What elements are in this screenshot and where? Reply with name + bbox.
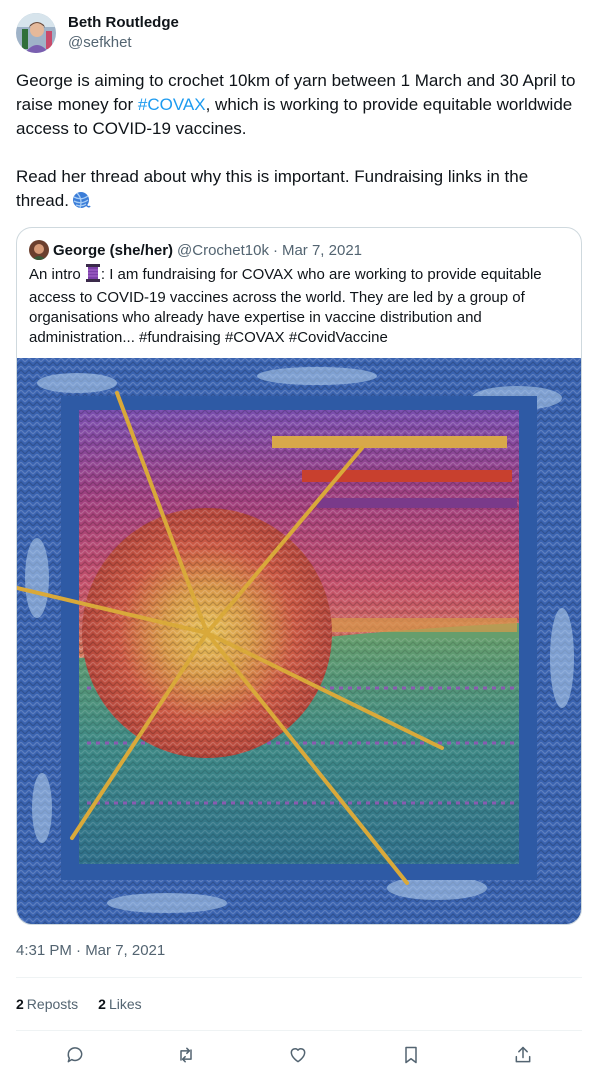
quoted-text-part: An intro <box>29 266 85 283</box>
tweet-timestamp[interactable]: 4:31 PM · Mar 7, 2021 <box>16 941 165 961</box>
engagement-stats: 2 Reposts 2 Likes <box>16 994 162 1014</box>
author-handle[interactable]: @sefkhet <box>68 33 179 53</box>
reposts-label: Reposts <box>26 996 79 1012</box>
reposts-count: 2 <box>16 996 24 1012</box>
likes-count: 2 <box>98 996 106 1012</box>
divider <box>16 1030 582 1031</box>
tweet-text-part: Read her thread about why this is import… <box>16 167 529 210</box>
hashtag-link[interactable]: #COVAX <box>138 95 206 114</box>
quoted-tweet[interactable]: George (she/her) @Crochet10k · Mar 7, 20… <box>16 227 582 925</box>
repost-icon[interactable] <box>171 1040 201 1070</box>
likes-stat[interactable]: 2 Likes <box>98 994 141 1014</box>
quoted-date[interactable]: Mar 7, 2021 <box>282 242 362 259</box>
tweet-text: George is aiming to crochet 10km of yarn… <box>16 69 576 217</box>
thread-spool-icon <box>85 264 101 288</box>
divider <box>16 977 582 978</box>
quoted-avatar[interactable] <box>29 240 49 260</box>
reply-icon[interactable] <box>60 1040 90 1070</box>
yarn-ball-icon <box>71 190 91 217</box>
likes-label: Likes <box>108 996 142 1012</box>
quoted-text-part: : I am fundraising for COVAX who are wor… <box>29 266 542 346</box>
bookmark-icon[interactable] <box>396 1040 426 1070</box>
action-bar <box>16 1040 582 1070</box>
like-icon[interactable] <box>283 1040 313 1070</box>
quoted-separator: · <box>272 241 278 259</box>
avatar[interactable] <box>16 13 56 53</box>
author-name[interactable]: Beth Routledge <box>68 13 179 33</box>
reposts-stat[interactable]: 2 Reposts <box>16 994 78 1014</box>
quoted-tweet-text: An intro : I am fundraising for COVAX wh… <box>29 264 569 348</box>
share-icon[interactable] <box>508 1040 538 1070</box>
tweet-header: Beth Routledge @sefkhet <box>16 12 179 54</box>
quoted-author-handle[interactable]: @Crochet10k <box>177 242 269 259</box>
quoted-author-name[interactable]: George (she/her) <box>53 242 173 259</box>
crochet-square-photo[interactable] <box>17 358 581 924</box>
quoted-tweet-header: George (she/her) @Crochet10k · Mar 7, 20… <box>29 240 362 260</box>
